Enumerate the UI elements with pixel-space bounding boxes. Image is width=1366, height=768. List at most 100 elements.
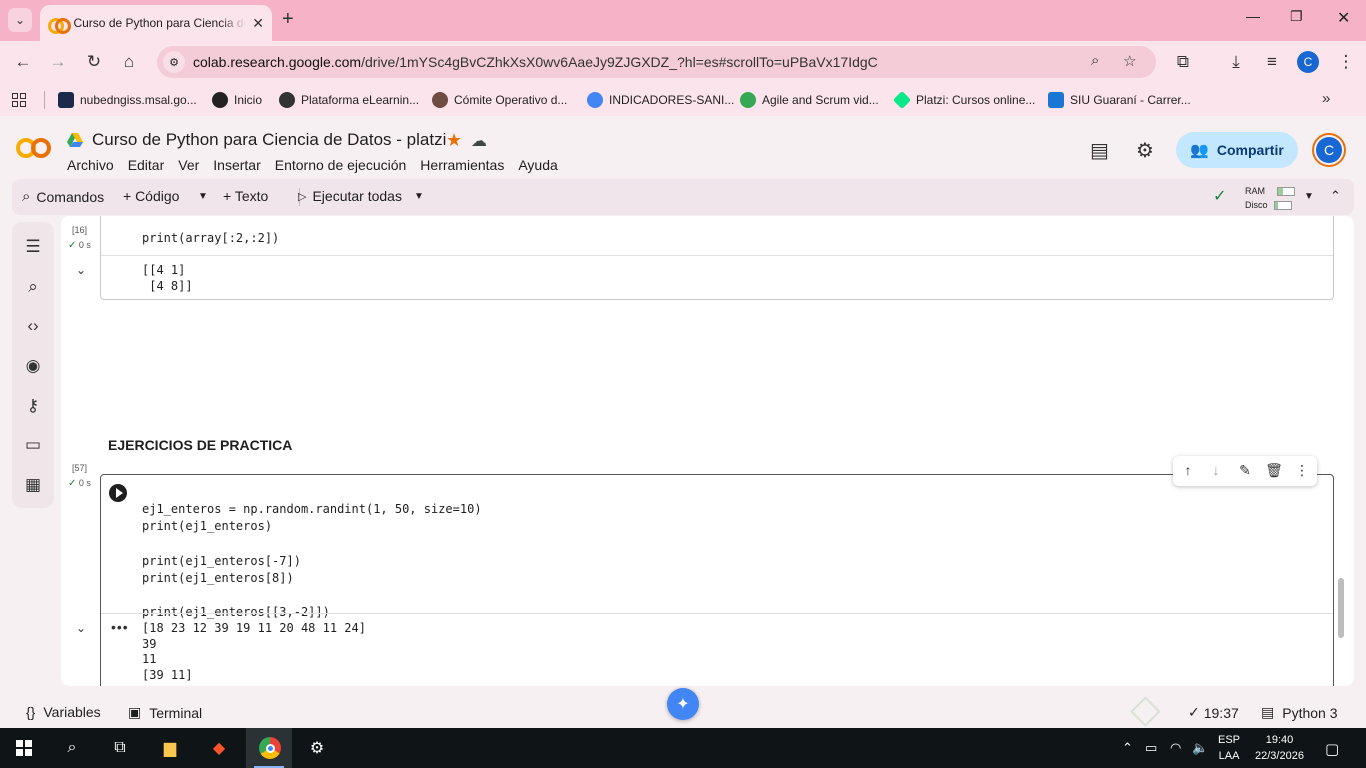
bookmark-item[interactable]: Agile and Scrum vid... <box>740 92 879 108</box>
tab-close-icon[interactable]: ✕ <box>252 15 264 32</box>
file-explorer-icon[interactable]: ▆ <box>158 736 182 760</box>
variables-button[interactable]: {} Variables <box>26 704 101 720</box>
add-code-dropdown-icon[interactable]: ▼ <box>198 191 208 202</box>
maximize-icon[interactable]: ❐ <box>1290 8 1303 25</box>
cell-code[interactable]: print(array[:2,:2]) <box>142 230 279 247</box>
check-icon: ✓ <box>1188 704 1200 720</box>
output-actions-icon[interactable]: ••• <box>111 619 129 635</box>
menu-entorno[interactable]: Entorno de ejecución <box>275 157 407 173</box>
collapse-output-icon[interactable]: ⌄ <box>76 621 86 635</box>
site-info-icon[interactable]: ⚙ <box>163 51 185 73</box>
run-all-button[interactable]: ▷ Ejecutar todas <box>298 188 402 204</box>
last-execution-status[interactable]: ✓ 19:37 <box>1188 704 1239 721</box>
variables-inspector-icon[interactable]: ◉ <box>22 355 44 377</box>
user-avatar[interactable]: C <box>1312 133 1346 167</box>
data-table-icon[interactable]: ▦ <box>22 474 44 496</box>
more-options-icon[interactable]: ⋮ <box>1293 462 1311 479</box>
back-arrow-icon[interactable]: ← <box>12 52 34 72</box>
tray-chevron-icon[interactable]: ⌃ <box>1122 740 1133 756</box>
edit-cell-icon[interactable]: ✎ <box>1236 462 1254 479</box>
forward-arrow-icon[interactable]: → <box>47 52 69 72</box>
task-view-icon[interactable]: ⧉ <box>108 736 132 760</box>
share-button[interactable]: 👥 Compartir <box>1176 132 1298 168</box>
battery-icon[interactable]: ▭ <box>1145 740 1157 756</box>
table-of-contents-icon[interactable]: ☰ <box>22 236 44 258</box>
move-cell-up-icon[interactable]: ↑ <box>1179 462 1197 478</box>
code-cell-active[interactable]: ej1_enteros = np.random.randint(1, 50, s… <box>100 474 1334 686</box>
files-folder-icon[interactable]: ▭ <box>22 434 44 456</box>
code-snippets-icon[interactable]: ‹› <box>22 315 44 337</box>
tab-search-button[interactable]: ⌄ <box>8 8 32 32</box>
collapse-header-icon[interactable]: ⌃ <box>1330 188 1341 204</box>
bookmark-item[interactable]: SIU Guaraní - Carrer... <box>1048 92 1191 108</box>
comments-icon[interactable]: ▤ <box>1090 138 1109 163</box>
cell-code[interactable]: ej1_enteros = np.random.randint(1, 50, s… <box>142 484 482 622</box>
code-cell[interactable]: print(array[:2,:2]) [[4 1] [4 8]] <box>100 216 1334 300</box>
wifi-icon[interactable]: ◠ <box>1170 740 1181 756</box>
extensions-icon[interactable]: ⧉ <box>1171 52 1195 72</box>
delete-cell-icon[interactable]: 🗑 <box>1265 462 1283 479</box>
add-text-button[interactable]: + Texto <box>223 188 268 204</box>
zoom-search-icon[interactable]: ⌕ <box>1091 52 1099 69</box>
browser-tab-active[interactable]: Curso de Python para Ciencia de Datos - … <box>40 5 272 41</box>
notifications-icon[interactable]: ▢ <box>1325 740 1339 758</box>
menu-ver[interactable]: Ver <box>178 157 199 173</box>
reload-icon[interactable]: ↻ <box>83 52 105 72</box>
notebook-title[interactable]: Curso de Python para Ciencia de Datos - … <box>92 130 446 150</box>
collapse-output-icon[interactable]: ⌄ <box>76 263 86 277</box>
find-replace-icon[interactable]: ⌕ <box>22 276 44 298</box>
add-code-button[interactable]: + Código <box>123 188 179 204</box>
home-icon[interactable]: ⌂ <box>118 52 140 72</box>
window-close-icon[interactable]: ✕ <box>1337 8 1350 28</box>
commands-button[interactable]: ⌕ Comandos <box>22 188 104 205</box>
runtime-indicator[interactable]: ▤ Python 3 <box>1261 704 1338 721</box>
more-bookmarks-icon[interactable]: » <box>1322 90 1330 107</box>
menu-editar[interactable]: Editar <box>128 157 165 173</box>
bookmark-item[interactable]: Platzi: Cursos online... <box>892 90 1035 110</box>
bookmark-item[interactable]: Cómite Operativo d... <box>432 92 567 108</box>
terminal-button[interactable]: ▣ Terminal <box>128 704 202 721</box>
browser-menu-icon[interactable]: ⋮ <box>1334 52 1358 72</box>
settings-gear-icon[interactable]: ⚙ <box>1136 138 1154 163</box>
taskbar-chrome-active[interactable] <box>246 728 292 768</box>
menu-archivo[interactable]: Archivo <box>67 157 114 173</box>
language-indicator[interactable]: ESP LAA <box>1218 732 1240 764</box>
menu-insertar[interactable]: Insertar <box>213 157 260 173</box>
media-control-icon[interactable]: ≡ <box>1260 52 1284 72</box>
bookmark-item[interactable]: Plataforma eLearnin... <box>279 92 419 108</box>
colab-logo-icon[interactable] <box>16 138 52 158</box>
address-bar[interactable]: ⚙ colab.research.google.com/drive/1mYSc4… <box>157 46 1156 78</box>
cloud-saved-icon[interactable]: ☁ <box>471 131 487 151</box>
browser-profile-avatar[interactable]: C <box>1297 51 1319 73</box>
connected-check-icon: ✓ <box>1213 188 1227 205</box>
add-text-label: + Texto <box>223 188 269 204</box>
runtime-dropdown-icon[interactable]: ▼ <box>1304 191 1314 202</box>
bookmark-item[interactable]: Inicio <box>212 92 262 108</box>
system-clock[interactable]: 19:40 22/3/2026 <box>1255 732 1304 764</box>
move-cell-down-icon[interactable]: ↓ <box>1207 462 1225 478</box>
download-icon[interactable]: ⤓ <box>1224 52 1248 72</box>
apps-grid-icon[interactable] <box>12 93 26 107</box>
resource-monitor[interactable]: RAM Disco <box>1245 184 1295 212</box>
menu-ayuda[interactable]: Ayuda <box>518 157 557 173</box>
volume-icon[interactable]: 🔈 <box>1192 740 1208 756</box>
run-all-dropdown-icon[interactable]: ▼ <box>414 191 424 202</box>
notebook-scrollbar[interactable] <box>1338 578 1344 638</box>
brave-browser-icon[interactable]: ◆ <box>207 736 231 760</box>
windows-start-icon[interactable] <box>16 740 32 756</box>
secrets-key-icon[interactable]: ⚷ <box>22 395 44 417</box>
bookmark-star-icon[interactable]: ☆ <box>1123 52 1136 70</box>
bookmark-item[interactable]: nubedngiss.msal.go... <box>58 92 197 108</box>
star-icon[interactable]: ★ <box>446 130 462 151</box>
settings-app-icon[interactable]: ⚙ <box>305 736 329 760</box>
gemini-sparkle-icon[interactable]: ✦ <box>667 688 699 720</box>
url-text[interactable]: colab.research.google.com/drive/1mYSc4gB… <box>193 54 878 70</box>
terminal-icon: ▣ <box>128 704 142 720</box>
minimize-icon[interactable]: — <box>1246 8 1260 24</box>
run-cell-button[interactable] <box>109 484 127 502</box>
menu-herramientas[interactable]: Herramientas <box>420 157 504 173</box>
bookmark-item[interactable]: INDICADORES-SANI... <box>587 92 734 108</box>
google-drive-icon[interactable] <box>67 133 83 147</box>
new-tab-plus-icon[interactable]: + <box>282 8 294 31</box>
taskbar-search-icon[interactable]: ⌕ <box>60 736 84 760</box>
